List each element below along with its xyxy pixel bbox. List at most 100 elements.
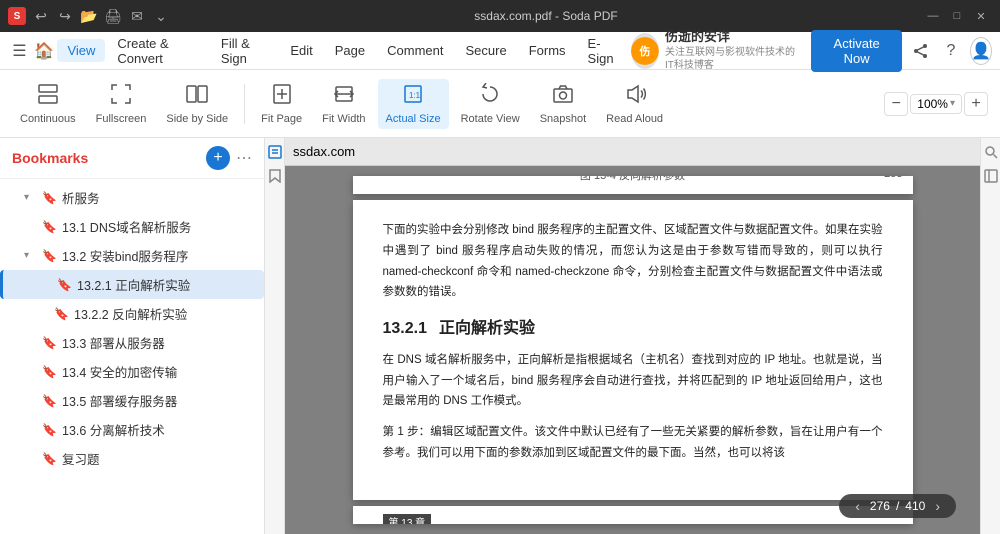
undo-button[interactable]: ↩ bbox=[32, 7, 50, 25]
page-current[interactable]: 276 bbox=[870, 499, 890, 513]
zoom-in-button[interactable]: + bbox=[964, 92, 988, 116]
bookmark-item-13-4[interactable]: ▸ 🔖 13.4 安全的加密传输 bbox=[0, 357, 264, 386]
bookmark-item-review[interactable]: ▸ 🔖 复习题 bbox=[0, 444, 264, 473]
search-panel-button[interactable] bbox=[981, 142, 1000, 162]
right-panel bbox=[980, 138, 1000, 534]
figure-text: 图 13-4 反向解析参数 bbox=[383, 176, 883, 186]
toolbar-read-aloud[interactable]: Read Aloud bbox=[598, 79, 671, 129]
bookmark-item-prev[interactable]: ▾ 🔖 析服务 bbox=[0, 183, 264, 212]
menu-bar: ☰ 🏠 View Create & Convert Fill & Sign Ed… bbox=[0, 32, 1000, 70]
fit-width-label: Fit Width bbox=[322, 113, 365, 125]
panel-tab-pages[interactable] bbox=[265, 142, 285, 162]
bookmark-icon: 🔖 bbox=[42, 394, 56, 408]
brand-avatar: 伤 bbox=[631, 33, 659, 69]
expand-panel-button[interactable] bbox=[981, 166, 1000, 186]
menu-item-forms[interactable]: Forms bbox=[519, 39, 576, 62]
toggle-icon[interactable]: ▾ bbox=[24, 192, 36, 203]
pdf-section-text: 在 DNS 域名解析服务中，正向解析是指根据域名（主机名）查找到对应的 IP 地… bbox=[383, 350, 883, 412]
menu-item-edit[interactable]: Edit bbox=[280, 39, 322, 62]
zoom-value-display[interactable]: 100% ▾ bbox=[910, 94, 962, 114]
menu-item-fill[interactable]: Fill & Sign bbox=[211, 32, 278, 70]
help-button[interactable]: ? bbox=[940, 37, 962, 65]
next-page-button[interactable]: › bbox=[931, 498, 944, 514]
read-aloud-icon bbox=[624, 83, 646, 109]
pdf-tab-label[interactable]: ssdax.com bbox=[293, 144, 355, 159]
bookmark-label: 13.2 安装bind服务程序 bbox=[62, 246, 188, 265]
sidebar-menu-button[interactable]: ⋯ bbox=[236, 148, 252, 168]
bookmark-label: 13.1 DNS域名解析服务 bbox=[62, 217, 191, 236]
menu-item-create[interactable]: Create & Convert bbox=[107, 32, 208, 70]
toolbar-sep-1 bbox=[244, 84, 245, 124]
activate-now-button[interactable]: Activate Now bbox=[811, 30, 902, 72]
side-by-side-label: Side by Side bbox=[166, 113, 228, 125]
brand-logo: 伤 伤逝的安详 关注互联网与影视软件技术的IT科技博客 bbox=[631, 29, 803, 72]
sidebar-header: Bookmarks + ⋯ bbox=[0, 138, 264, 179]
toolbar-rotate-view[interactable]: Rotate View bbox=[453, 79, 528, 129]
bookmark-item-13-2[interactable]: ▾ 🔖 13.2 安装bind服务程序 bbox=[0, 241, 264, 270]
email-button[interactable]: ✉ bbox=[128, 7, 146, 25]
home-button[interactable]: 🏠 bbox=[33, 37, 56, 65]
continuous-icon bbox=[37, 83, 59, 109]
pdf-page-bottom: 第 13 章 使用BIND提供域名解析服务 文件中的原有信息全部清空，而只保留自… bbox=[353, 506, 913, 524]
redo-button[interactable]: ↪ bbox=[56, 7, 74, 25]
pdf-navigation: ‹ 276 / 410 › bbox=[839, 494, 956, 518]
toolbar-fit-page[interactable]: Fit Page bbox=[253, 79, 310, 129]
svg-text:伤: 伤 bbox=[639, 43, 651, 57]
toolbar-snapshot[interactable]: Snapshot bbox=[532, 79, 594, 129]
print-button[interactable]: 🖨 bbox=[104, 7, 122, 25]
bookmark-icon: 🔖 bbox=[42, 452, 56, 466]
pdf-step-text: 第 1 步：编辑区域配置文件。该文件中默认已经有了一些无关紧要的解析参数，旨在让… bbox=[383, 422, 883, 463]
snapshot-icon bbox=[552, 83, 574, 109]
profile-button[interactable]: 👤 bbox=[970, 37, 992, 65]
toolbar-side-by-side[interactable]: Side by Side bbox=[158, 79, 236, 129]
toolbar-actual-size[interactable]: 1:1 Actual Size bbox=[378, 79, 449, 129]
bookmark-icon: 🔖 bbox=[54, 307, 68, 321]
panel-tab-bookmarks[interactable] bbox=[265, 166, 285, 186]
menu-item-secure[interactable]: Secure bbox=[456, 39, 517, 62]
bookmark-label: 13.2.2 反向解析实验 bbox=[74, 304, 187, 323]
fullscreen-label: Fullscreen bbox=[96, 113, 147, 125]
zoom-out-button[interactable]: − bbox=[884, 92, 908, 116]
bookmark-item-13-2-1[interactable]: ▸ 🔖 13.2.1 正向解析实验 bbox=[0, 270, 264, 299]
pdf-content[interactable]: 图 13-4 反向解析参数 253 下面的实验中会分别修改 bind 服务程序的… bbox=[285, 166, 980, 534]
bookmark-icon: 🔖 bbox=[42, 191, 56, 205]
bookmark-item-13-6[interactable]: ▸ 🔖 13.6 分离解析技术 bbox=[0, 415, 264, 444]
menu-bar-right: 伤 伤逝的安详 关注互联网与影视软件技术的IT科技博客 Activate Now… bbox=[631, 29, 992, 72]
bookmark-item-13-3[interactable]: ▸ 🔖 13.3 部署从服务器 bbox=[0, 328, 264, 357]
toggle-icon[interactable]: ▾ bbox=[24, 250, 36, 261]
minimize-button[interactable]: — bbox=[922, 5, 944, 27]
menu-item-view[interactable]: View bbox=[57, 39, 105, 62]
bookmark-icon: 🔖 bbox=[42, 336, 56, 350]
actual-size-label: Actual Size bbox=[386, 113, 441, 125]
brand-name: 伤逝的安详 bbox=[665, 29, 803, 46]
sidebar-add-button[interactable]: + bbox=[206, 146, 230, 170]
share-button[interactable] bbox=[910, 37, 932, 65]
rotate-view-label: Rotate View bbox=[461, 113, 520, 125]
bookmark-item-13-1[interactable]: ▸ 🔖 13.1 DNS域名解析服务 bbox=[0, 212, 264, 241]
hamburger-menu[interactable]: ☰ bbox=[8, 37, 31, 65]
chapter-tag-row: 第 13 章 bbox=[383, 514, 883, 524]
bookmark-label: 析服务 bbox=[62, 188, 100, 207]
fit-width-icon bbox=[333, 83, 355, 109]
bookmark-label: 13.4 安全的加密传输 bbox=[62, 362, 177, 381]
toolbar-continuous[interactable]: Continuous bbox=[12, 79, 84, 129]
chapter-tag: 第 13 章 bbox=[383, 514, 432, 524]
toolbar-fit-width[interactable]: Fit Width bbox=[314, 79, 373, 129]
bookmark-item-13-5[interactable]: ▸ 🔖 13.5 部署缓存服务器 bbox=[0, 386, 264, 415]
open-button[interactable]: 📂 bbox=[80, 7, 98, 25]
bookmark-icon: 🔖 bbox=[42, 220, 56, 234]
prev-page-button[interactable]: ‹ bbox=[851, 498, 864, 514]
window-title: ssdax.com.pdf - Soda PDF bbox=[170, 9, 922, 23]
bookmark-item-13-2-2[interactable]: ▸ 🔖 13.2.2 反向解析实验 bbox=[0, 299, 264, 328]
bookmark-icon: 🔖 bbox=[42, 423, 56, 437]
close-button[interactable]: ✕ bbox=[970, 5, 992, 27]
menu-item-esign[interactable]: E-Sign bbox=[578, 32, 630, 70]
menu-item-comment[interactable]: Comment bbox=[377, 39, 453, 62]
toolbar-fullscreen[interactable]: Fullscreen bbox=[88, 79, 155, 129]
menu-item-page[interactable]: Page bbox=[325, 39, 375, 62]
zoom-control: − 100% ▾ + bbox=[884, 92, 988, 116]
fit-page-icon bbox=[271, 83, 293, 109]
pdf-page-main: 下面的实验中会分别修改 bind 服务程序的主配置文件、区域配置文件与数据配置文… bbox=[353, 200, 913, 500]
maximize-button[interactable]: □ bbox=[946, 5, 968, 27]
more-button[interactable]: ⌄ bbox=[152, 7, 170, 25]
